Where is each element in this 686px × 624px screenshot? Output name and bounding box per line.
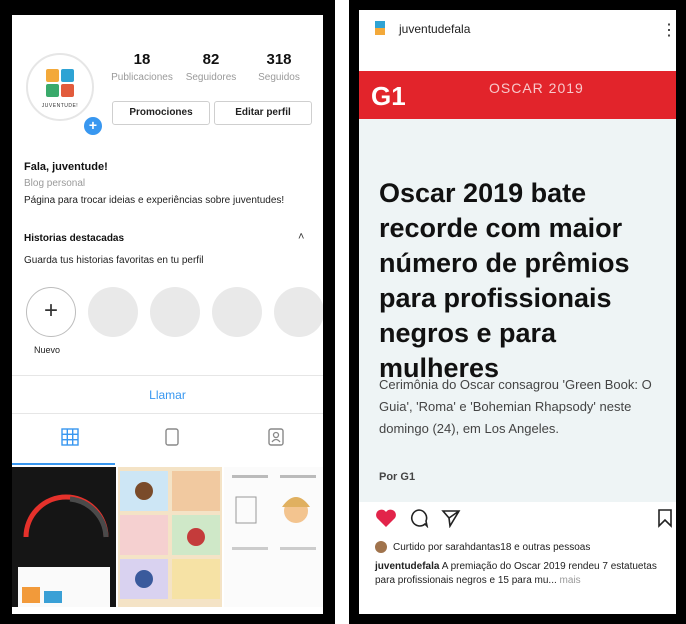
new-highlight-label: Nuevo xyxy=(34,345,61,355)
comic-strip-image xyxy=(120,471,220,599)
stat-followers-label: Seguidores xyxy=(185,72,237,83)
highlight-placeholder xyxy=(88,287,138,337)
likes-text[interactable]: Curtido por sarahdantas18 e outras pesso… xyxy=(393,542,590,553)
post-screen: juventudefala ⋮ G1 OSCAR 2019 Oscar 2019… xyxy=(359,10,676,614)
divider xyxy=(12,413,323,414)
section-label: OSCAR 2019 xyxy=(489,80,584,96)
stat-posts-label: Publicaciones xyxy=(111,72,173,83)
gauge-chart-image xyxy=(18,494,110,607)
post-caption: juventudefala A premiação do Oscar 2019 … xyxy=(375,560,675,588)
stat-followers-value: 82 xyxy=(202,51,220,68)
stat-followers[interactable]: 82 Seguidores xyxy=(176,51,246,83)
illustration-image xyxy=(232,475,316,550)
stat-following-label: Seguidos xyxy=(258,72,300,83)
highlight-placeholder xyxy=(274,287,323,337)
juventude-logo xyxy=(46,69,74,97)
highlight-placeholder xyxy=(212,287,262,337)
article-summary: Cerimônia do Oscar consagrou 'Green Book… xyxy=(379,377,652,436)
caption-username[interactable]: juventudefala xyxy=(375,561,439,572)
stat-following[interactable]: 318 Seguidos xyxy=(244,51,314,83)
post-thumbnail[interactable] xyxy=(12,467,116,607)
heart-icon[interactable] xyxy=(375,508,397,528)
caption-more-link[interactable]: mais xyxy=(557,575,581,586)
article-headline: Oscar 2019 bate recorde com maior número… xyxy=(379,178,630,383)
promotions-button[interactable]: Promociones xyxy=(112,101,210,125)
account-avatar[interactable] xyxy=(375,21,385,35)
add-story-icon[interactable]: + xyxy=(82,115,104,137)
call-button[interactable]: Llamar xyxy=(12,388,323,402)
tagged-icon[interactable] xyxy=(266,427,286,447)
edit-profile-button[interactable]: Editar perfil xyxy=(214,101,312,125)
more-options-icon[interactable]: ⋮ xyxy=(661,20,676,40)
active-tab-indicator xyxy=(12,463,115,465)
divider xyxy=(12,375,323,376)
stat-following-value: 318 xyxy=(266,51,292,68)
profile-avatar[interactable]: JUVENTUDE! xyxy=(26,53,94,121)
stat-posts[interactable]: 18 Publicaciones xyxy=(107,51,177,83)
highlights-subtitle: Guarda tus historias favoritas en tu per… xyxy=(24,255,204,266)
post-thumbnail[interactable] xyxy=(224,467,323,607)
logo-text: JUVENTUDE! xyxy=(41,103,79,109)
g1-header-bar: G1 OSCAR 2019 xyxy=(359,71,676,119)
liker-avatar[interactable] xyxy=(375,541,387,553)
new-highlight-button[interactable]: + xyxy=(26,287,76,337)
g1-logo: G1 xyxy=(371,81,406,111)
profile-bio: Página para trocar ideias e experiências… xyxy=(24,195,285,206)
stat-posts-value: 18 xyxy=(133,51,151,68)
profile-name: Fala, juventude! xyxy=(24,161,108,173)
highlight-placeholder xyxy=(150,287,200,337)
instagram-profile-screenshot: JUVENTUDE! + 18 Publicaciones 82 Seguido… xyxy=(0,0,335,624)
post-account-name[interactable]: juventudefala xyxy=(399,22,470,36)
chevron-up-icon[interactable]: ˄ xyxy=(298,231,304,243)
comment-icon[interactable] xyxy=(409,508,429,528)
profile-screen: JUVENTUDE! + 18 Publicaciones 82 Seguido… xyxy=(12,15,323,614)
post-header: juventudefala ⋮ xyxy=(359,10,676,48)
article-byline: Por G1 xyxy=(379,471,416,483)
grid-icon[interactable] xyxy=(60,427,80,447)
post-thumbnail[interactable] xyxy=(118,467,222,607)
share-icon[interactable] xyxy=(441,508,461,528)
instagram-post-screenshot: juventudefala ⋮ G1 OSCAR 2019 Oscar 2019… xyxy=(349,0,686,624)
bookmark-icon[interactable] xyxy=(657,508,673,528)
profile-category: Blog personal xyxy=(24,178,86,189)
posts-grid xyxy=(12,467,323,614)
highlights-title: Historias destacadas xyxy=(24,233,125,244)
igtv-icon[interactable] xyxy=(162,427,182,447)
